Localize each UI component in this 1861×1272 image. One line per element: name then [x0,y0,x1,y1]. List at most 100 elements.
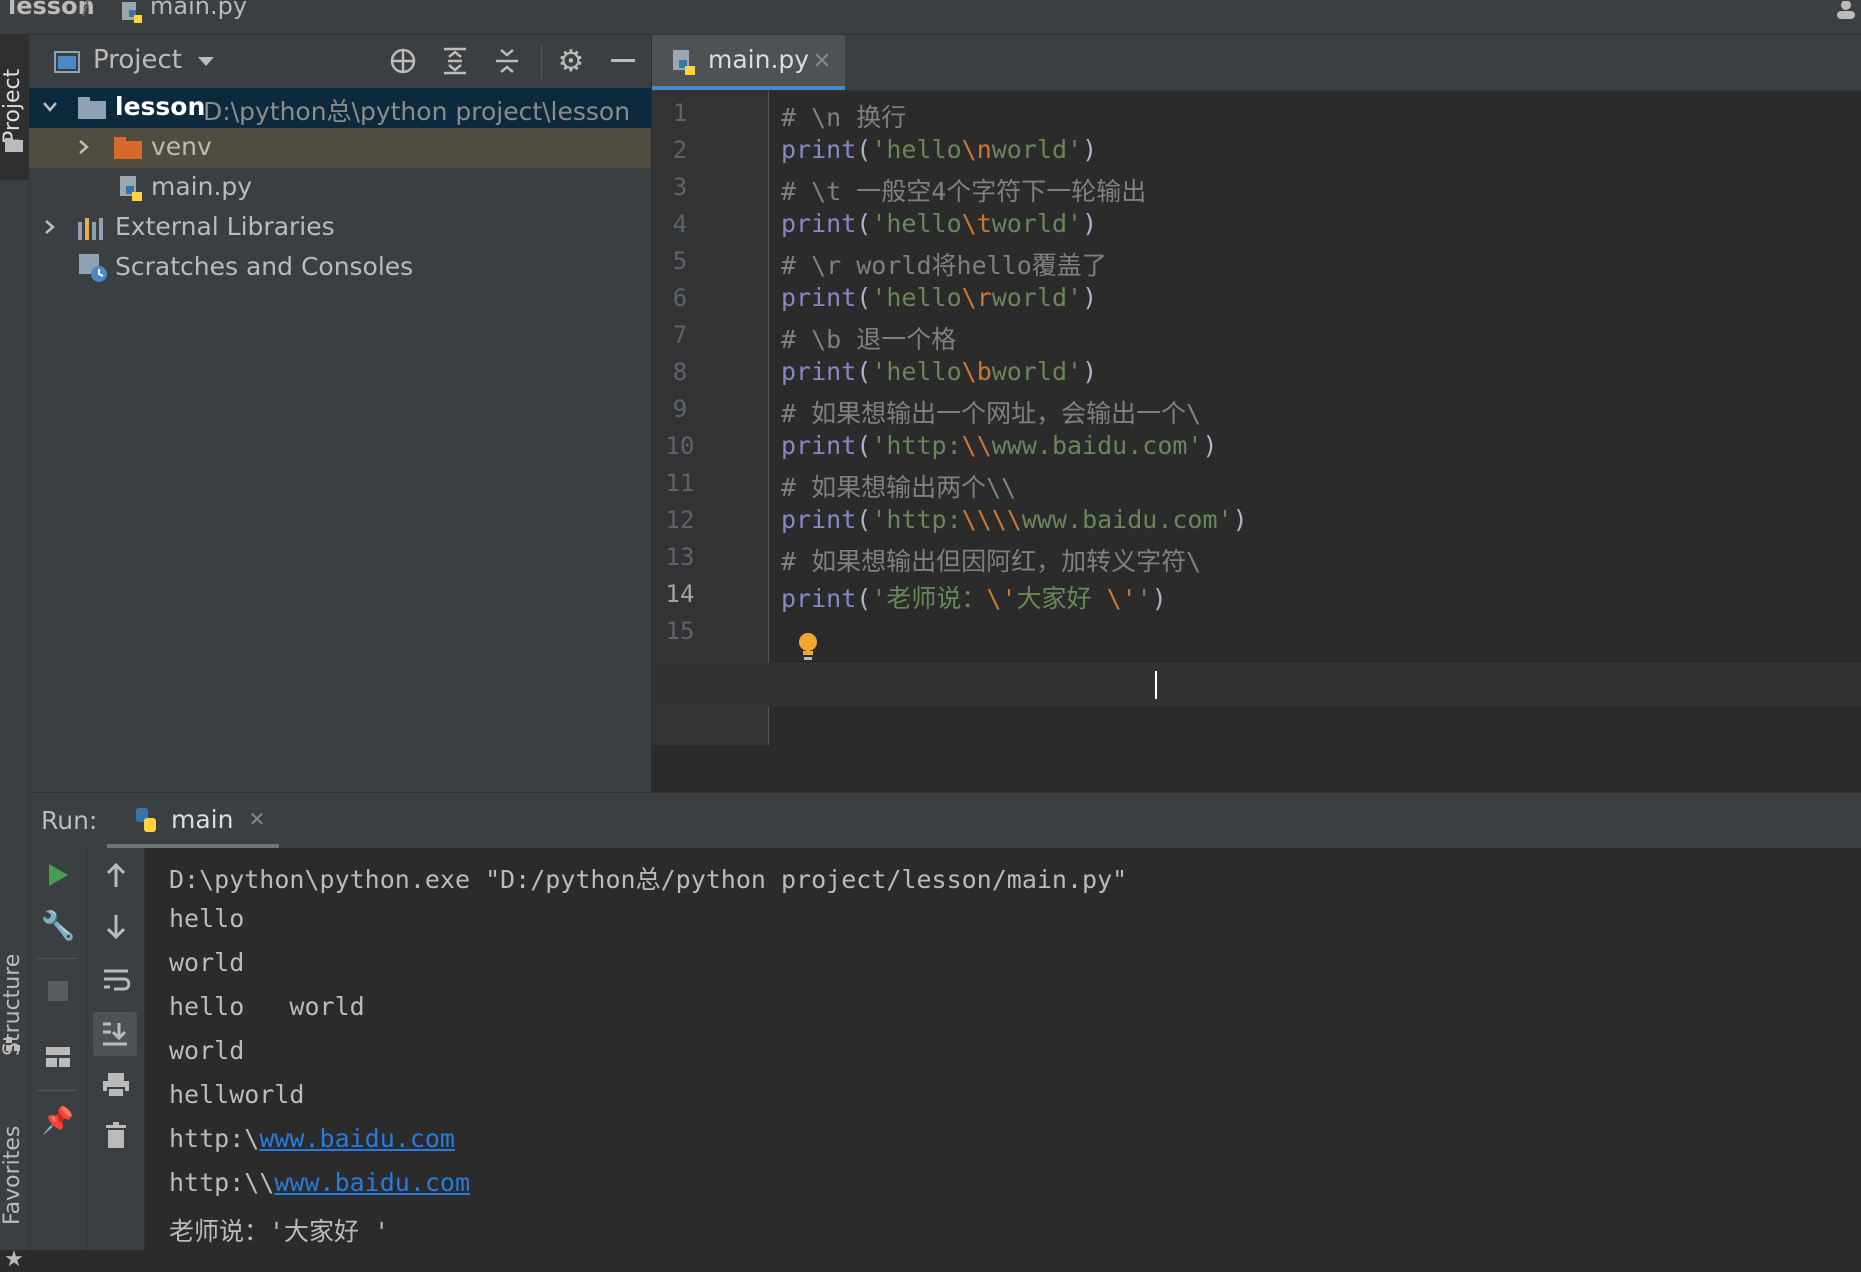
arrow-down-icon[interactable] [101,912,131,942]
code-text: print('hello\rworld') [781,283,1097,312]
user-icon[interactable] [1832,0,1860,20]
line-number: 11 [665,469,695,497]
arrow-up-icon[interactable] [101,860,131,890]
run-tab-main[interactable]: main ✕ [107,793,279,848]
scroll-to-end-icon [100,1019,130,1049]
wrench-icon[interactable]: 🔧 [41,909,76,942]
code-token: ) [1202,431,1218,460]
console-line: hello world [169,992,365,1021]
code-token: print [781,357,857,386]
python-icon [131,805,161,835]
minimize-icon[interactable] [607,45,639,77]
project-view-title[interactable]: Project [93,45,182,75]
code-token: www.baidu.com' [991,431,1203,460]
navigation-bar: lesson / main.py [0,0,1861,35]
code-text: print('http:\\\\www.baidu.com') [781,505,1248,534]
code-token: world' [991,135,1083,164]
console-line: world [169,1036,244,1065]
code-token: 'hello [871,283,962,312]
line-number: 8 [672,358,688,386]
line-number: 1 [672,99,688,127]
console-text: hello [169,904,245,933]
line-number: 14 [665,580,695,608]
line-number: 4 [672,210,688,238]
code-token: \\ [961,431,992,460]
line-number: 5 [672,247,688,275]
layout-icon[interactable] [43,1042,73,1072]
chevron-down-icon[interactable] [195,51,217,73]
code-token: \n [961,135,992,164]
code-token: print [781,505,857,534]
breadcrumb-file[interactable]: main.py [150,0,247,20]
console-link[interactable]: www.baidu.com [259,1124,455,1153]
code-text: print('hello\bworld') [781,357,1097,386]
code-token: 'hello [871,357,962,386]
code-text: print('hello\nworld') [781,135,1097,164]
line-number: 9 [672,395,688,423]
toolbar-divider [541,45,542,79]
code-token: ( [856,431,872,460]
scroll-to-end-button[interactable] [93,1012,137,1056]
code-token: \r [961,283,992,312]
code-token: 'http: [871,431,962,460]
gear-icon[interactable]: ⚙ [555,44,587,79]
code-token: ( [856,283,872,312]
stop-icon[interactable] [43,976,73,1006]
console-text: D:\python\python.exe "D:/python总/python … [169,865,1128,894]
expand-all-icon[interactable] [439,45,471,77]
tab-main-py[interactable]: main.py ✕ [652,35,845,90]
console-line: http:\www.baidu.com [169,1124,455,1153]
console-text: world [169,948,245,977]
tab-label: main.py [708,45,810,74]
run-label: Run: [41,806,98,835]
console-line: 老师说：'大家好 ' [169,1212,389,1248]
code-token: world' [991,283,1083,312]
text-caret [1155,671,1157,699]
code-token: www.baidu.com' [1021,505,1233,534]
code-token: ) [1082,357,1098,386]
console-line: world [169,948,244,977]
pin-icon[interactable]: 📌 [42,1106,74,1136]
console-text: hellworld [169,1080,305,1109]
code-text: print('http:\\www.baidu.com') [781,431,1218,460]
code-token: \b [961,357,992,386]
project-panel-header: Project ⚙ [29,35,651,91]
soft-wrap-icon[interactable] [101,964,131,994]
code-line[interactable]: 15 [0,609,1861,653]
code-token: ) [1232,505,1248,534]
print-icon[interactable] [101,1070,131,1100]
favorites-tool-label[interactable]: Favorites [0,1105,28,1245]
python-file-icon [118,0,146,26]
code-token: \\\\ [961,505,1022,534]
lightbulb-icon[interactable] [796,630,820,664]
run-tab-label: main [171,805,234,834]
console-line: D:\python\python.exe "D:/python总/python … [169,860,1127,896]
code-token: print [781,135,857,164]
close-icon[interactable]: ✕ [810,49,834,74]
run-toolbar-primary: 🔧 📌 [29,848,87,1250]
toolbar-divider [37,958,77,959]
play-icon[interactable] [43,860,73,890]
line-number: 13 [665,543,695,571]
code-token: ( [856,505,872,534]
code-token: ) [1082,209,1098,238]
code-token: \t [961,209,992,238]
code-token: print [781,283,857,312]
close-icon[interactable]: ✕ [245,807,269,831]
star-icon: ★ [4,1246,24,1272]
code-token: 'hello [871,209,962,238]
code-token: ) [1082,135,1098,164]
locate-icon[interactable] [387,45,419,77]
code-token: ( [856,135,872,164]
trash-icon[interactable] [101,1120,131,1150]
code-token: ( [856,209,872,238]
code-token: world' [991,357,1083,386]
python-file-icon [670,47,698,77]
collapse-all-icon[interactable] [491,45,523,77]
project-view-icon [53,49,81,75]
console-link[interactable]: www.baidu.com [274,1168,470,1197]
code-token: ( [856,357,872,386]
line-number: 10 [665,432,695,460]
code-token: print [781,209,857,238]
console-text: http:\ [169,1124,260,1153]
